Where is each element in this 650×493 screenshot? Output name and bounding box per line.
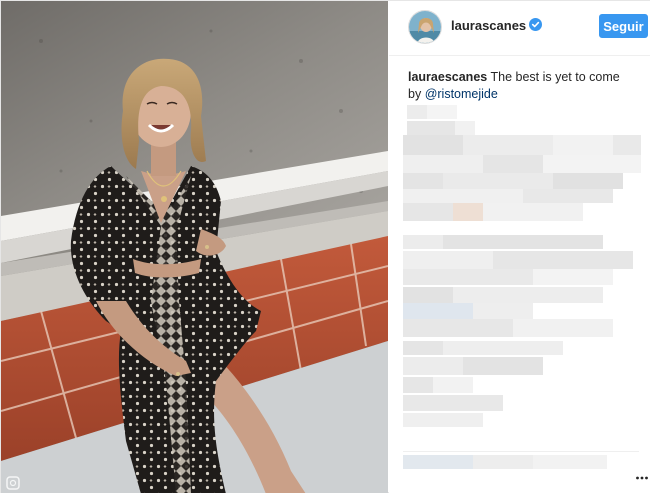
caption-prefix: by — [408, 87, 425, 101]
footer-divider — [403, 451, 639, 452]
user-avatar-icon — [409, 11, 441, 43]
post-header: laurascanes Seguir — [389, 1, 650, 56]
caption-mention-link[interactable]: @ristomejide — [425, 87, 498, 101]
instagram-post: laurascanes Seguir lauraescanes The best… — [0, 0, 650, 493]
verified-badge-icon — [529, 18, 542, 31]
photo-image — [1, 1, 388, 493]
post-caption: lauraescanes The best is yet to come by … — [408, 69, 644, 103]
caption-text: The best is yet to come — [487, 70, 620, 84]
post-side-panel: laurascanes Seguir lauraescanes The best… — [389, 1, 650, 493]
more-options-icon[interactable] — [635, 471, 649, 485]
post-photo[interactable] — [1, 1, 388, 493]
author-avatar[interactable] — [408, 10, 442, 44]
caption-username[interactable]: lauraescanes — [408, 70, 487, 84]
blurred-comments — [403, 105, 643, 445]
follow-button[interactable]: Seguir — [599, 14, 648, 38]
blurred-footer — [403, 455, 639, 469]
author-username[interactable]: laurascanes — [451, 18, 526, 33]
